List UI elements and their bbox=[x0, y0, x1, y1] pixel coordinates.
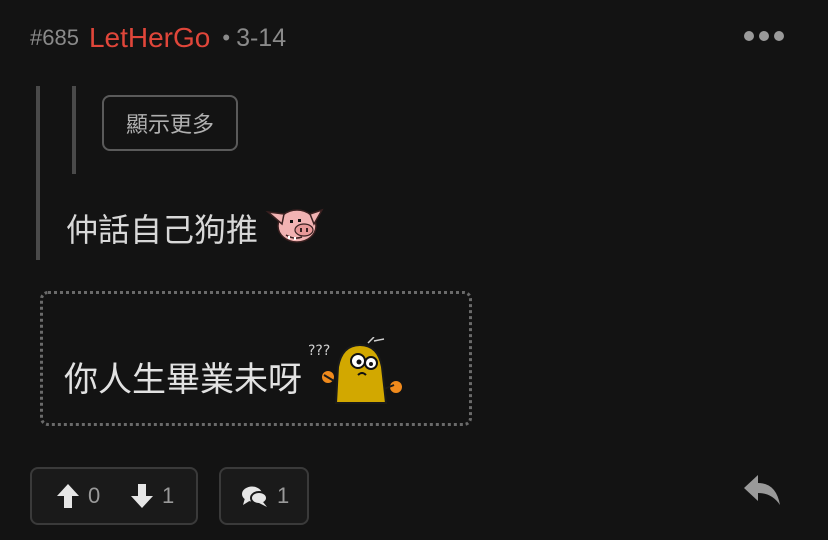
quoted-text: 仲話自己狗推 bbox=[66, 200, 326, 256]
upvote-count: 0 bbox=[88, 483, 101, 508]
arrow-down-icon bbox=[131, 484, 153, 508]
post-date: 3-14 bbox=[236, 23, 287, 52]
comment-bubble-icon bbox=[242, 486, 268, 507]
separator-dot: • bbox=[222, 25, 231, 50]
arrow-up-icon bbox=[57, 484, 79, 508]
pig-sticker-icon bbox=[264, 202, 326, 254]
confused-ghost-sticker-icon: ??? bbox=[308, 335, 406, 416]
reply-arrow-icon[interactable] bbox=[742, 472, 782, 512]
downvote-count: 1 bbox=[162, 483, 175, 508]
floor-number: #685 bbox=[30, 25, 79, 50]
upvote-button[interactable]: 0 bbox=[56, 469, 100, 523]
show-more-button[interactable]: 顯示更多 bbox=[102, 95, 238, 151]
username-link[interactable]: LetHerGo bbox=[89, 22, 210, 54]
post-header: #685 LetHerGo • 3-14 bbox=[30, 18, 286, 58]
comment-count: 1 bbox=[277, 483, 290, 508]
comment-button[interactable]: 1 bbox=[219, 467, 309, 525]
downvote-button[interactable]: 1 bbox=[130, 469, 174, 523]
quote-bar-inner bbox=[72, 86, 76, 174]
svg-text:???: ??? bbox=[308, 343, 330, 359]
comment-button-inner: 1 bbox=[241, 469, 289, 523]
more-options-icon[interactable] bbox=[744, 26, 784, 46]
reply-text-content: 你人生畢業未呀 bbox=[64, 359, 302, 400]
reply-text: 你人生畢業未呀 ??? bbox=[64, 335, 406, 404]
quoted-text-content: 仲話自己狗推 bbox=[66, 211, 259, 249]
vote-buttons: 0 1 bbox=[30, 467, 198, 525]
quote-bar-outer bbox=[36, 86, 40, 260]
